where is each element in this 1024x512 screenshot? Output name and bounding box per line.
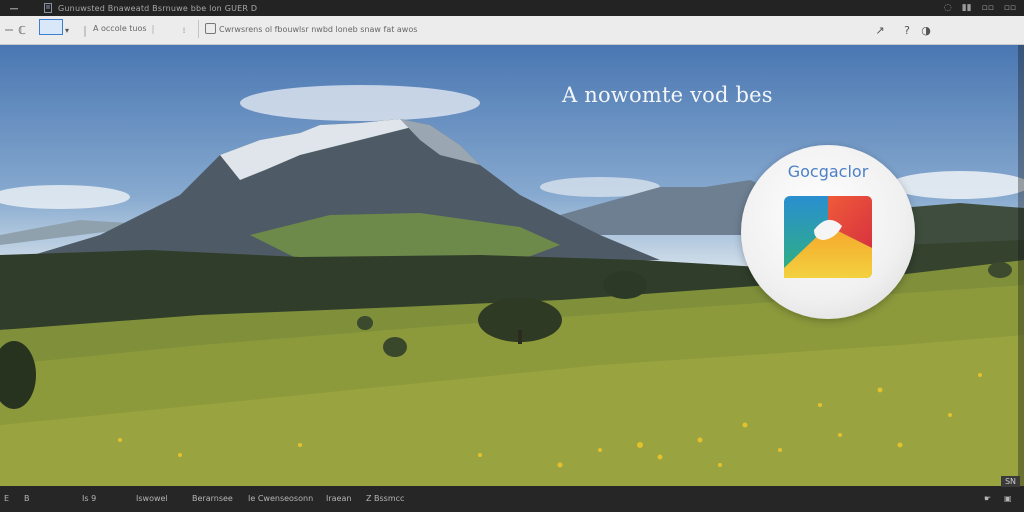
main-content: A nowomte vod bes Gocgaclor	[0, 45, 1024, 486]
toolbar: ℂ ▾ | A occole tuos | ⁞ Cwrwsrens ol fbo…	[0, 16, 1024, 45]
status-item[interactable]: B	[24, 494, 30, 504]
panel-icon[interactable]: ▮▮	[962, 3, 972, 13]
tool-icon[interactable]: ⁞	[180, 22, 188, 38]
dropdown-chevron-icon[interactable]: ▾	[62, 22, 72, 38]
view-toggle-button[interactable]	[39, 19, 63, 35]
status-item[interactable]: Iswowel	[136, 494, 168, 504]
status-item[interactable]: Iraean	[326, 494, 351, 504]
status-item[interactable]: Is 9	[82, 494, 96, 504]
back-button[interactable]: ℂ	[15, 22, 29, 38]
theme-icon[interactable]: ◑	[920, 22, 932, 38]
page-icon	[205, 23, 216, 34]
app-logo-icon	[784, 196, 872, 278]
status-item[interactable]: E	[4, 494, 9, 504]
status-right: SN	[1000, 476, 1020, 487]
status-item[interactable]: Ie Cwenseosonn	[248, 494, 313, 504]
title-bar: Gunuwsted Bnaweatd Bsrnuwe bbe lon GUER …	[0, 0, 1024, 16]
separator-icon-2: |	[151, 25, 155, 35]
address-text[interactable]: Cwrwsrens ol fbouwlsr nwbd loneb snaw fa…	[219, 25, 417, 34]
app-name: Gocgaclor	[787, 162, 869, 181]
account-icon[interactable]: ◌	[944, 3, 952, 13]
help-icon[interactable]: ?	[902, 22, 912, 38]
window-icon[interactable]: ▣	[1004, 494, 1012, 504]
language-badge[interactable]: SN	[1000, 476, 1020, 487]
share-icon[interactable]: ↗	[873, 22, 887, 38]
hero-headline: A nowomte vod bes	[562, 83, 773, 107]
app-card[interactable]: Gocgaclor	[741, 145, 915, 319]
separator-icon: |	[83, 23, 87, 37]
status-bar: E B Is 9 Iswowel Berarnsee Ie Cwenseoson…	[0, 476, 1024, 512]
status-item[interactable]: Z Bssmcc	[366, 494, 404, 504]
pointer-icon[interactable]: ☛	[984, 494, 991, 504]
nav-breadcrumb[interactable]: A occole tuos	[93, 22, 147, 36]
window-controls: ◌ ▮▮ ▫▫ ▫▫	[944, 0, 1016, 16]
minimize-icon[interactable]	[10, 0, 20, 16]
address-bar[interactable]: Cwrwsrens ol fbouwlsr nwbd loneb snaw fa…	[198, 20, 759, 38]
close-icon[interactable]: ▫▫	[1004, 3, 1016, 13]
window-title: Gunuwsted Bnaweatd Bsrnuwe bbe lon GUER …	[58, 3, 258, 13]
document-icon[interactable]	[44, 0, 54, 16]
restore-icon[interactable]: ▫▫	[982, 3, 994, 13]
status-item[interactable]: Berarnsee	[192, 494, 233, 504]
scrollbar[interactable]	[1018, 45, 1024, 486]
sidebar-toggle-icon[interactable]	[4, 22, 14, 38]
